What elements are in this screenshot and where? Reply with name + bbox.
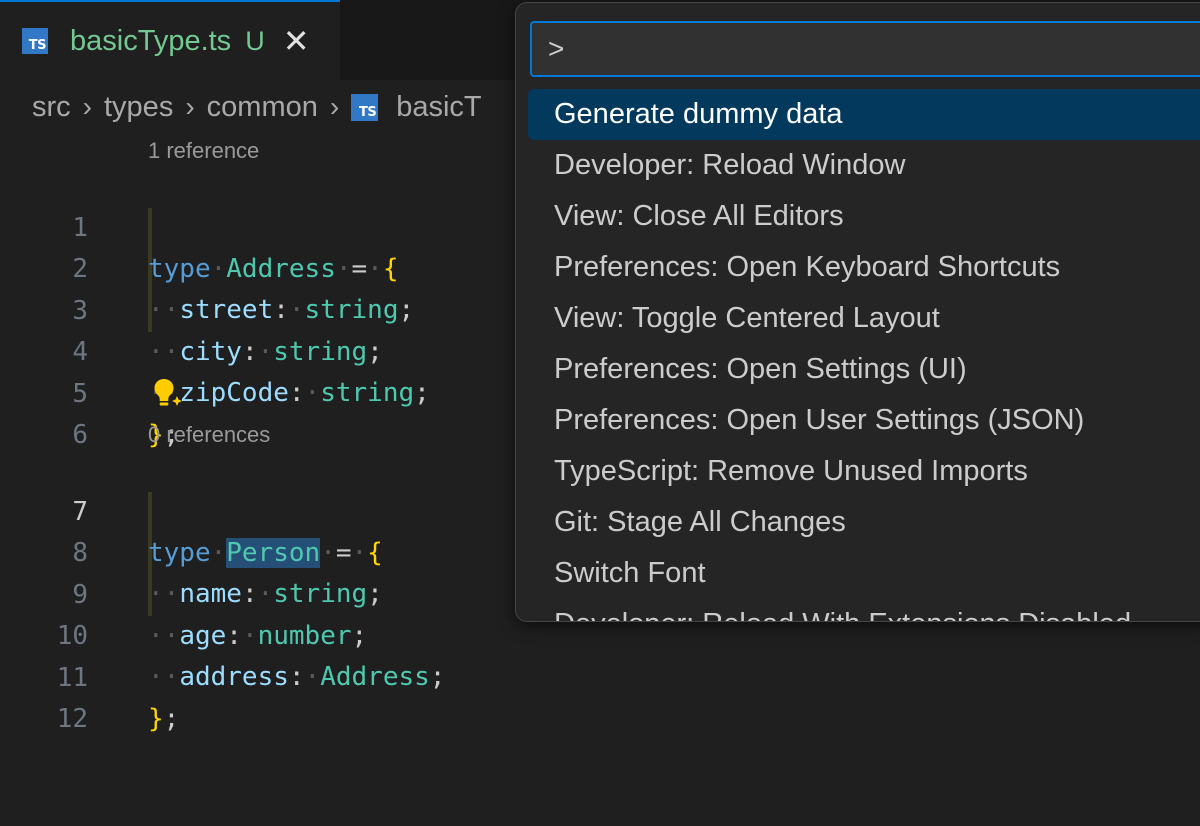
command-item-switch-font[interactable]: Switch Font <box>528 548 1200 599</box>
breadcrumb-item-file[interactable]: basicT <box>396 91 481 124</box>
command-item-stage-all-changes[interactable]: Git: Stage All Changes <box>528 497 1200 548</box>
tab-basictype[interactable]: TS basicType.ts U ✕ <box>0 0 340 80</box>
brace: } <box>148 704 164 734</box>
command-palette: > Generate dummy data Developer: Reload … <box>515 2 1200 622</box>
breadcrumb-item-src[interactable]: src <box>32 91 71 124</box>
lightbulb-icon[interactable] <box>150 376 186 412</box>
command-item-reload-extensions-disabled[interactable]: Developer: Reload With Extensions Disabl… <box>528 599 1200 621</box>
breadcrumb: src › types › common › TS basicT <box>32 86 482 128</box>
line-number: 6 <box>72 420 88 450</box>
breadcrumb-item-types[interactable]: types <box>104 91 173 124</box>
command-item-open-user-settings-json[interactable]: Preferences: Open User Settings (JSON) <box>528 395 1200 446</box>
command-item-close-all-editors[interactable]: View: Close All Editors <box>528 191 1200 242</box>
codelens-references[interactable]: 1 reference <box>148 136 259 166</box>
tab-filename: basicType.ts <box>70 24 232 57</box>
breadcrumb-item-common[interactable]: common <box>207 91 318 124</box>
chevron-right-icon: › <box>185 91 195 122</box>
command-item-keyboard-shortcuts[interactable]: Preferences: Open Keyboard Shortcuts <box>528 242 1200 293</box>
command-item-remove-unused-imports[interactable]: TypeScript: Remove Unused Imports <box>528 446 1200 497</box>
command-item-open-settings-ui[interactable]: Preferences: Open Settings (UI) <box>528 344 1200 395</box>
command-item-toggle-centered-layout[interactable]: View: Toggle Centered Layout <box>528 293 1200 344</box>
typescript-file-icon: TS <box>351 93 379 121</box>
command-list: Generate dummy data Developer: Reload Wi… <box>528 89 1200 621</box>
typescript-file-icon: TS <box>22 28 48 54</box>
close-icon[interactable]: ✕ <box>283 22 310 60</box>
line-number: 12 <box>56 704 88 734</box>
command-item-reload-window[interactable]: Developer: Reload Window <box>528 140 1200 191</box>
chevron-right-icon: › <box>82 91 92 122</box>
git-untracked-badge: U <box>245 25 265 56</box>
chevron-right-icon: › <box>329 91 340 122</box>
command-item-generate-dummy-data[interactable]: Generate dummy data <box>528 89 1200 140</box>
code-line: 12 <box>0 658 1200 734</box>
command-palette-input[interactable]: > <box>530 21 1200 77</box>
codelens-references[interactable]: 0 references <box>148 420 270 450</box>
code-line: 11 }; <box>0 617 1200 734</box>
